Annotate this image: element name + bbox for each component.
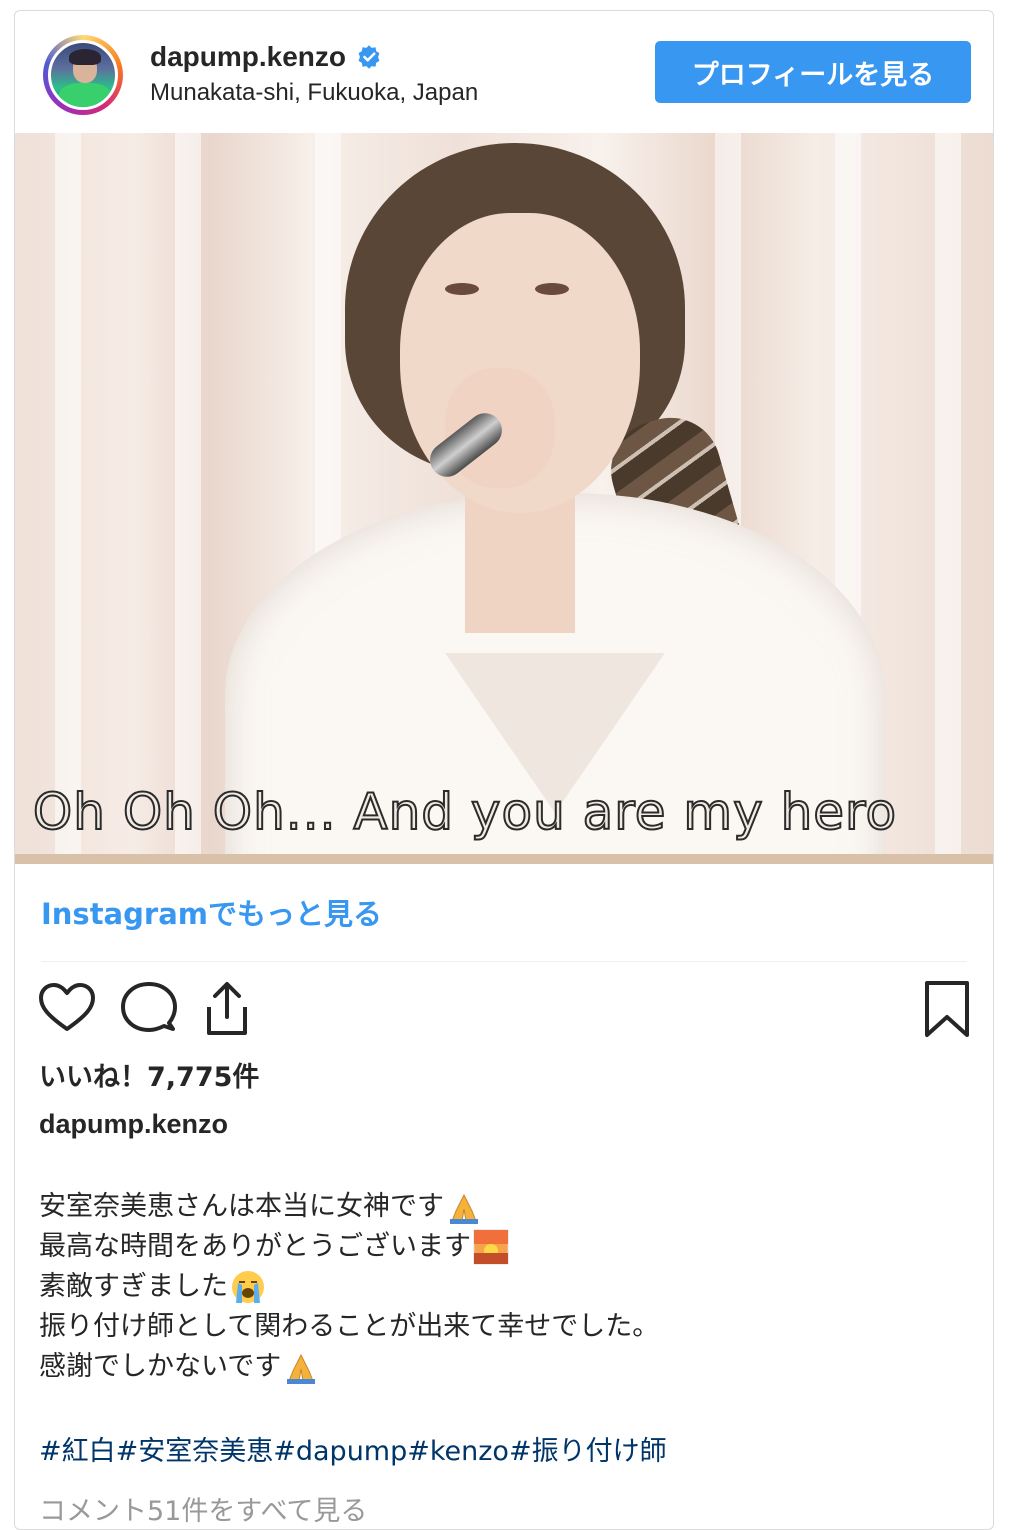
location[interactable]: Munakata-shi, Fukuoka, Japan: [150, 79, 478, 107]
caption-text: 安室奈美恵さんは本当に女神です 最高な時間をありがとうございます 素敵すぎました: [39, 1187, 659, 1387]
username-row: dapump.kenzo: [150, 41, 382, 73]
video-subtitle: Oh Oh Oh... And you are my hero: [32, 782, 898, 842]
folded-hands-emoji: [450, 1193, 478, 1224]
action-bar: [37, 979, 977, 1039]
sunrise-emoji: [473, 1229, 509, 1265]
view-all-comments-link[interactable]: コメント51件をすべて見る: [39, 1489, 367, 1528]
hashtags[interactable]: #紅白#安室奈美恵#dapump#kenzo#振り付け師: [39, 1429, 667, 1468]
divider: [41, 961, 967, 962]
comment-bubble-icon[interactable]: [119, 979, 179, 1039]
instagram-embed-card: dapump.kenzo Munakata-shi, Fukuoka, Japa…: [14, 10, 994, 1530]
post-header: dapump.kenzo Munakata-shi, Fukuoka, Japa…: [15, 11, 993, 133]
share-icon[interactable]: [197, 979, 257, 1039]
caption-line-text: 最高な時間をありがとうございます: [39, 1231, 471, 1262]
caption-line: 最高な時間をありがとうございます: [39, 1227, 659, 1267]
username[interactable]: dapump.kenzo: [150, 41, 346, 73]
caption-line-text: 振り付け師として関わることが出来て幸せでした。: [39, 1311, 660, 1342]
avatar[interactable]: [43, 35, 123, 115]
crying-face-emoji: [232, 1271, 264, 1303]
caption-line: 素敵すぎました: [39, 1267, 659, 1307]
caption-username[interactable]: dapump.kenzo: [39, 1109, 228, 1140]
post-image[interactable]: Oh Oh Oh... And you are my hero: [15, 133, 993, 864]
bookmark-icon[interactable]: [917, 979, 977, 1039]
heart-icon[interactable]: [37, 979, 97, 1039]
caption-line: 安室奈美恵さんは本当に女神です: [39, 1187, 659, 1227]
folded-hands-emoji: [287, 1353, 316, 1384]
caption-line: 感謝でしかないです: [39, 1347, 659, 1387]
view-profile-button[interactable]: プロフィールを見る: [655, 41, 971, 103]
avatar-image: [48, 40, 118, 110]
caption-line-text: 感謝でしかないです: [39, 1351, 282, 1382]
caption-line: 振り付け師として関わることが出来て幸せでした。: [39, 1307, 659, 1347]
verified-badge-icon: [358, 45, 380, 69]
like-count[interactable]: いいね！7,775件: [39, 1055, 259, 1094]
caption-line-text: 素敵すぎました: [39, 1271, 228, 1302]
view-more-on-instagram-link[interactable]: Instagramでもっと見る: [41, 891, 382, 933]
caption-line-text: 安室奈美恵さんは本当に女神です: [39, 1191, 444, 1222]
